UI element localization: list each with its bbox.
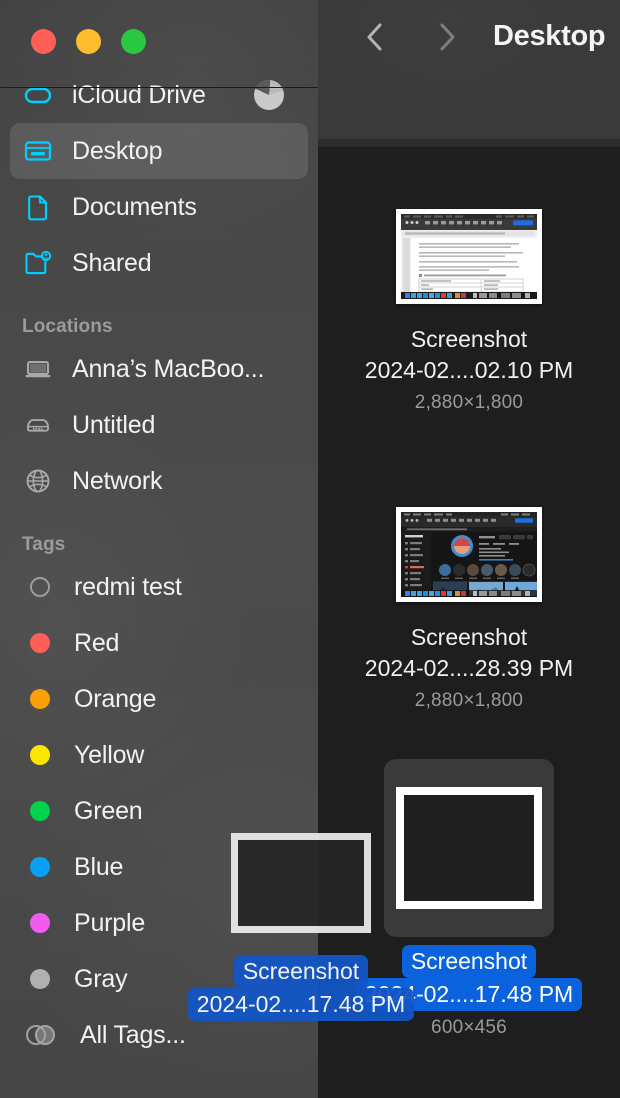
chevron-right-icon (434, 21, 460, 58)
all-tags-icon (26, 1025, 56, 1045)
minimize-button[interactable] (76, 29, 101, 54)
sidebar-tag-redmi-test[interactable]: redmi test (10, 559, 308, 615)
tag-color-dot-orange-icon (30, 689, 50, 709)
sidebar-item-label: Untitled (72, 410, 156, 439)
tag-color-dot-blue-icon (30, 857, 50, 877)
tag-label: redmi test (74, 572, 182, 601)
sidebar-item-network[interactable]: Network (10, 453, 308, 509)
tag-color-dot-green-icon (30, 801, 50, 821)
thumbnail (394, 204, 544, 308)
file-item[interactable]: Screenshot 2024-02....02.10 PM 2,880×1,8… (365, 204, 573, 414)
sidebar-item-desktop[interactable]: Desktop (10, 123, 308, 179)
page-title: Desktop (493, 20, 606, 52)
tag-label: Purple (74, 908, 146, 937)
file-name: Screenshot 2024-02....17.48 PM (354, 945, 584, 1011)
tag-label: Gray (74, 964, 128, 993)
partial-scrolled-row (318, 139, 620, 151)
forward-button[interactable] (430, 22, 464, 56)
dark-profile-page-screenshot-thumbnail (396, 506, 542, 602)
finder-window: iCloud Drive Desktop Documents Shared Lo… (0, 0, 620, 1098)
sidebar-tag-orange[interactable]: Orange (10, 671, 308, 727)
content-pane: Desktop Screenshot 2024-02....02.10 PM 2… (318, 0, 620, 1098)
sidebar-tag-yellow[interactable]: Yellow (10, 727, 308, 783)
file-dimensions: 600×456 (431, 1017, 507, 1038)
file-dimensions: 2,880×1,800 (414, 392, 524, 413)
sidebar-tag-green[interactable]: Green (10, 783, 308, 839)
file-grid[interactable]: Screenshot 2024-02....02.10 PM 2,880×1,8… (318, 139, 620, 1098)
laptop-icon (22, 353, 54, 385)
tag-label: Yellow (74, 740, 145, 769)
sidebar-item-label: Shared (72, 248, 152, 277)
file-item-selected[interactable]: Screenshot 2024-02....17.48 PM 600×456 (355, 759, 583, 1039)
tag-label: Orange (74, 684, 157, 713)
window-controls (31, 29, 146, 54)
external-drive-icon (22, 409, 54, 441)
sidebar-tag-all-tags[interactable]: All Tags... (10, 1007, 308, 1063)
documents-icon (22, 191, 54, 223)
chevron-left-icon (362, 21, 388, 58)
sidebar-tag-blue[interactable]: Blue (10, 839, 308, 895)
sidebar-item-documents[interactable]: Documents (10, 179, 308, 235)
thumbnail (394, 502, 544, 606)
sidebar: iCloud Drive Desktop Documents Shared Lo… (0, 0, 318, 1098)
thumbnail (394, 767, 544, 929)
sidebar-section-tags: Tags (22, 534, 66, 555)
tag-label: All Tags... (80, 1020, 186, 1049)
file-name: Screenshot 2024-02....02.10 PM (364, 326, 574, 383)
tag-color-dot-none-icon (30, 577, 50, 597)
sidebar-item-shared[interactable]: Shared (10, 235, 308, 291)
shared-folder-icon (22, 247, 54, 279)
sidebar-item-label: Desktop (72, 136, 163, 165)
close-button[interactable] (31, 29, 56, 54)
blank-framed-image-thumbnail (396, 787, 542, 909)
tag-label: Red (74, 628, 120, 657)
globe-icon (22, 465, 54, 497)
sidebar-item-label: Network (72, 466, 163, 495)
sidebar-item-label: Anna’s MacBoo... (72, 354, 265, 383)
sidebar-item-macbook[interactable]: Anna’s MacBoo... (10, 341, 308, 397)
toolbar: Desktop (318, 0, 620, 148)
tag-color-dot-purple-icon (30, 913, 50, 933)
sidebar-item-label: Documents (72, 192, 197, 221)
desktop-icon (22, 135, 54, 167)
file-dimensions: 2,880×1,800 (414, 690, 524, 711)
sidebar-scroll-area[interactable]: iCloud Drive Desktop Documents Shared Lo… (0, 80, 318, 1098)
tag-label: Green (74, 796, 143, 825)
sidebar-section-locations: Locations (22, 316, 113, 337)
tag-color-dot-gray-icon (30, 969, 50, 989)
zoom-button[interactable] (121, 29, 146, 54)
sidebar-tag-purple[interactable]: Purple (10, 895, 308, 951)
sidebar-item-untitled-drive[interactable]: Untitled (10, 397, 308, 453)
sidebar-titlebar (0, 0, 318, 88)
sidebar-tag-gray[interactable]: Gray (10, 951, 308, 1007)
file-item[interactable]: Screenshot 2024-02....28.39 PM 2,880×1,8… (365, 502, 573, 712)
back-button[interactable] (358, 22, 392, 56)
tag-color-dot-yellow-icon (30, 745, 50, 765)
sidebar-tag-red[interactable]: Red (10, 615, 308, 671)
document-window-screenshot-thumbnail (396, 208, 542, 304)
file-name: Screenshot 2024-02....28.39 PM (364, 624, 574, 681)
tag-label: Blue (74, 852, 124, 881)
tag-color-dot-red-icon (30, 633, 50, 653)
